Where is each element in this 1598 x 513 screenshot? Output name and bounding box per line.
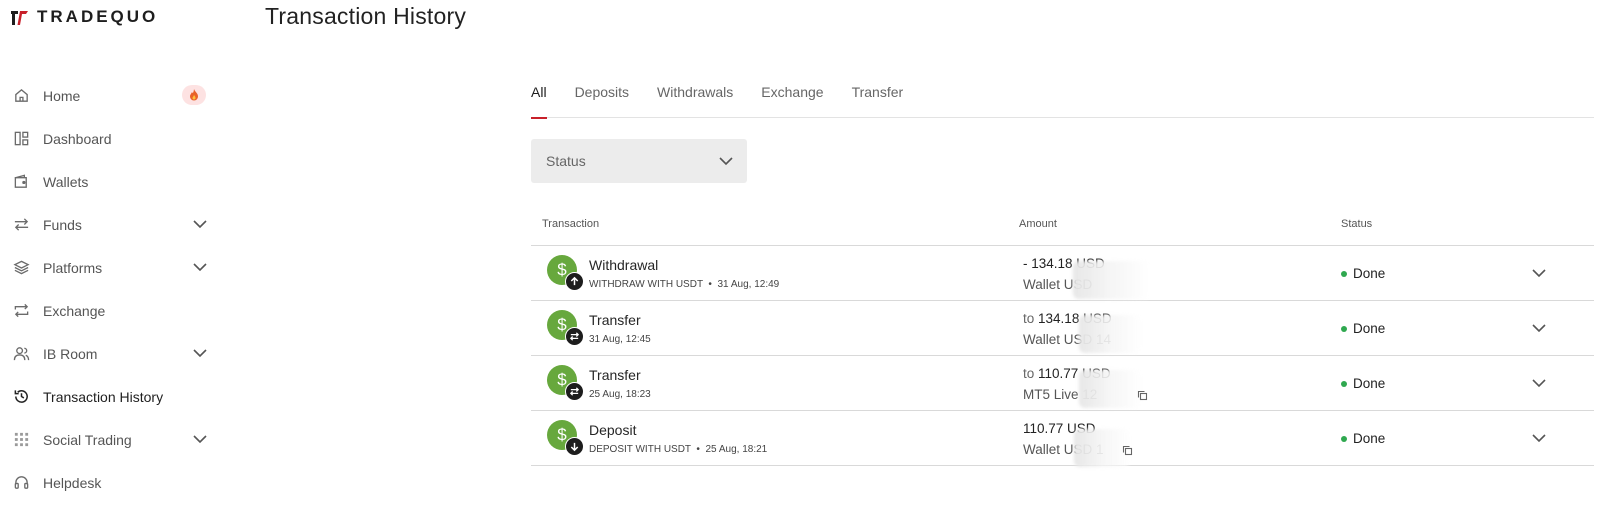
transaction-method: WITHDRAW WITH USDT [589,279,703,290]
sidebar-item-label: Funds [43,216,82,233]
sidebar-item-label: IB Room [43,345,98,362]
status-dot [1341,380,1347,387]
table-row[interactable]: $ Transfer 25 Aug, 18:23 to 110.77 USD M… [531,356,1594,411]
status-dot [1341,325,1347,332]
table-header: Transaction Amount Status [531,210,1594,246]
status-badge: Done [1341,266,1385,281]
table-row[interactable]: $ Withdrawal WITHDRAW WITH USDT • 31 Aug… [531,246,1594,301]
chevron-down-icon[interactable] [191,260,209,274]
home-icon [12,87,30,105]
tab-exchange[interactable]: Exchange [761,80,823,118]
sidebar-item-home[interactable]: Home [0,74,220,117]
sidebar-item-label: Social Trading [43,431,132,448]
transaction-date: 31 Aug, 12:45 [589,334,651,345]
tab-transfer[interactable]: Transfer [852,80,904,118]
sidebar-item-helpdesk[interactable]: Helpdesk [0,461,220,504]
sidebar-item-label: Helpdesk [43,474,102,491]
chevron-down-icon[interactable] [191,346,209,360]
status-filter-label: Status [546,153,586,169]
sidebar-item-funds[interactable]: Funds [0,203,220,246]
status-filter-dropdown[interactable]: Status [531,139,747,183]
table-row[interactable]: $ Transfer 31 Aug, 12:45 to 134.18 USD W… [531,301,1594,356]
status-dot [1341,435,1347,442]
transaction-tabs: All Deposits Withdrawals Exchange Transf… [531,80,1594,119]
sidebar-item-transaction-history[interactable]: Transaction History [0,375,220,418]
sidebar-item-label: Transaction History [43,388,164,405]
column-header-transaction: Transaction [542,218,600,230]
transaction-method: DEPOSIT WITH USDT [589,444,691,455]
sidebar-item-label: Wallets [43,173,89,190]
status-badge: Done [1341,376,1385,391]
sidebar-item-label: Home [43,87,81,104]
sidebar-item-dashboard[interactable]: Dashboard [0,117,220,160]
chevron-down-icon[interactable] [1531,377,1547,389]
swap-arrows-icon [565,327,584,346]
status-badge: Done [1341,321,1385,336]
headset-icon [12,474,30,492]
sidebar-item-wallets[interactable]: Wallets [0,160,220,203]
chevron-down-icon[interactable] [1531,432,1547,444]
transaction-title: Withdrawal [589,257,659,273]
arrow-down-icon [565,437,584,456]
transaction-title: Transfer [589,367,641,383]
brand-name: TRADEQUO [37,7,159,26]
transaction-date: 25 Aug, 18:23 [589,389,651,400]
chevron-down-icon[interactable] [191,217,209,231]
column-header-amount: Amount [1019,218,1057,230]
sidebar-item-exchange[interactable]: Exchange [0,289,220,332]
transaction-title: Transfer [589,312,641,328]
redacted-blur [1079,370,1141,408]
users-icon [12,345,30,363]
status-text: Done [1353,376,1386,391]
copy-icon[interactable] [1137,390,1148,401]
status-text: Done [1353,321,1386,336]
tradequo-logo-icon [11,11,28,25]
brand-logo[interactable]: TRADEQUO [9,6,158,28]
tab-withdrawals[interactable]: Withdrawals [657,80,733,118]
redacted-blur [1073,261,1151,299]
chevron-down-icon[interactable] [1531,267,1547,279]
sidebar-item-label: Exchange [43,302,106,319]
sidebar-item-label: Dashboard [43,130,112,147]
chevron-down-icon[interactable] [1531,322,1547,334]
grid-icon [12,431,30,449]
transaction-title: Deposit [589,422,637,438]
transaction-meta: WITHDRAW WITH USDT • 31 Aug, 12:49 [589,279,780,290]
chevron-down-icon [719,157,733,166]
chevron-down-icon[interactable] [191,432,209,446]
status-badge: Done [1341,431,1385,446]
tab-all[interactable]: All [531,80,547,119]
transaction-date: 31 Aug, 12:49 [717,279,780,290]
status-dot [1341,270,1347,277]
transaction-date: 25 Aug, 18:21 [705,444,768,455]
status-text: Done [1353,266,1386,281]
sidebar-item-ib-room[interactable]: IB Room [0,332,220,375]
sidebar-item-label: Platforms [43,259,103,276]
dashboard-icon [12,130,30,148]
history-icon [12,388,30,406]
table-row[interactable]: $ Deposit DEPOSIT WITH USDT • 25 Aug, 18… [531,411,1594,467]
arrow-up-icon [565,272,584,291]
fire-icon [182,85,206,105]
page-title: Transaction History [265,3,467,29]
column-header-status: Status [1341,218,1373,230]
amount-prefix: to [1023,366,1035,381]
sidebar-item-social-trading[interactable]: Social Trading [0,418,220,461]
sidebar-item-platforms[interactable]: Platforms [0,246,220,289]
transaction-table: Transaction Amount Status $ Withdrawal W… [531,210,1594,467]
tab-deposits[interactable]: Deposits [575,80,629,118]
amount-prefix: to [1023,311,1035,326]
layers-icon [12,259,30,277]
copy-icon[interactable] [1122,445,1133,456]
exchange-icon [12,302,30,320]
wallet-icon [12,173,30,191]
sidebar: Home Dashboard Wallets Funds Platforms E… [0,74,220,504]
transfer-arrows-icon [12,216,30,234]
swap-arrows-icon [565,382,584,401]
status-text: Done [1353,431,1386,446]
redacted-blur [1079,315,1141,353]
transaction-meta: DEPOSIT WITH USDT • 25 Aug, 18:21 [589,444,768,455]
